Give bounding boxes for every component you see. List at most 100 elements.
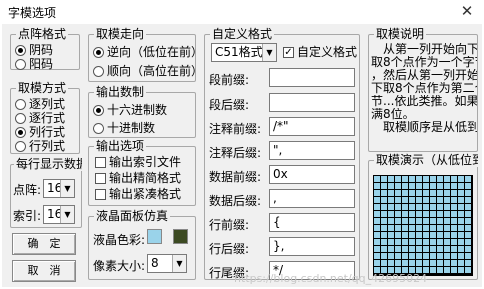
dot-count-select[interactable]: 16 ▼	[43, 179, 75, 198]
lcd-pixel	[416, 176, 422, 182]
format-preset-value: C51格式	[215, 45, 263, 59]
data-suffix-input[interactable]: ,	[269, 189, 355, 208]
lcd-pixel	[381, 183, 387, 189]
lcd-pixel	[409, 197, 415, 203]
lcd-pixel	[458, 253, 464, 259]
lcd-pixel	[402, 197, 408, 203]
option-label: 列行式	[29, 125, 66, 139]
lcd-pixel	[388, 218, 394, 224]
ok-button[interactable]: 确 定	[12, 233, 76, 255]
lcd-pixel	[451, 211, 457, 217]
mode-group: 取模方式 逐列式 逐行式 列行式 行列式	[10, 81, 80, 154]
lcd-pixel	[444, 246, 450, 252]
lcd-pixel	[444, 267, 450, 273]
segment-prefix-input[interactable]	[269, 68, 355, 87]
lcd-pixel	[430, 218, 436, 224]
output-simple-checkbox[interactable]: 输出精简格式	[95, 171, 181, 185]
custom-format-group: 自定义格式 C51格式 ▼ ✓ 自定义格式 段前缀: 段后缀: 注释前缀: /*…	[204, 27, 360, 280]
lcd-pixel	[409, 218, 415, 224]
lcd-pixel	[381, 260, 387, 266]
output-index-checkbox[interactable]: 输出索引文件	[95, 155, 181, 169]
lcd-pixel	[444, 218, 450, 224]
lcd-pixel	[444, 260, 450, 266]
lcd-pixel	[423, 197, 429, 203]
lcd-pixel	[465, 239, 471, 245]
dot-format-option-yin[interactable]: 阴码	[15, 43, 53, 57]
lcd-pixel	[451, 190, 457, 196]
lcd-pixel	[465, 225, 471, 231]
line-suffix-input[interactable]: },	[269, 237, 355, 256]
lcd-pixel	[416, 211, 422, 217]
lcd-pixel	[402, 183, 408, 189]
lcd-pixel	[465, 218, 471, 224]
data-prefix-input[interactable]: 0x	[269, 165, 355, 184]
lcd-pixel	[409, 211, 415, 217]
pixel-size-select[interactable]: 8 ▼	[147, 254, 187, 273]
lcd-pixel	[388, 232, 394, 238]
direction-option-forward[interactable]: 顺向（高位在前）	[93, 64, 195, 78]
custom-format-checkbox[interactable]: ✓ 自定义格式	[283, 45, 359, 59]
dot-format-option-yang[interactable]: 阳码	[15, 57, 53, 71]
option-label: 逐列式	[29, 97, 66, 111]
comment-prefix-input[interactable]: /*"	[269, 117, 355, 136]
lcd-pixel	[458, 183, 464, 189]
lcd-pixel	[423, 232, 429, 238]
mode-option-column[interactable]: 逐列式	[15, 97, 65, 111]
lcd-pixel	[437, 218, 443, 224]
lcd-pixel	[416, 218, 422, 224]
data-suffix-label: 数据后缀:	[209, 194, 262, 208]
index-count-select[interactable]: 16 ▼	[43, 205, 75, 224]
lcd-pixel	[374, 197, 380, 203]
output-base-legend: 输出数制	[94, 85, 147, 99]
segment-suffix-input[interactable]	[269, 93, 355, 112]
output-compact-checkbox[interactable]: 输出紧凑格式	[95, 187, 193, 201]
output-base-option-hex[interactable]: 十六进制数	[93, 103, 167, 117]
format-preset-select[interactable]: C51格式 ▼	[211, 43, 277, 62]
mode-option-row[interactable]: 逐行式	[15, 111, 65, 125]
cancel-button[interactable]: 取 消	[12, 260, 76, 282]
lcd-pixel	[465, 267, 471, 273]
lcd-pixel	[381, 239, 387, 245]
lcd-pixel	[437, 267, 443, 273]
pixel-size-value: 8	[151, 256, 159, 270]
comment-suffix-label: 注释后缀:	[209, 146, 262, 160]
lcd-pixel	[416, 239, 422, 245]
lcd-pixel	[451, 239, 457, 245]
chevron-down-icon: ▼	[60, 206, 74, 223]
direction-group: 取模走向 逆向（低位在前） 顺向（高位在前）	[88, 27, 196, 82]
option-label: 阳码	[29, 57, 54, 71]
checkbox-label: 输出紧凑格式	[109, 187, 182, 201]
direction-legend: 取模走向	[94, 27, 147, 41]
lcd-pixel	[374, 190, 380, 196]
lcd-sim-group: 液晶面板仿真 液晶色彩: 像素大小: 8 ▼	[88, 209, 196, 280]
custom-format-legend: 自定义格式	[210, 27, 275, 41]
lcd-pixel	[374, 239, 380, 245]
lcd-pixel	[437, 183, 443, 189]
lcd-pixel	[458, 176, 464, 182]
option-label: 十进制数	[107, 121, 156, 135]
comment-suffix-input[interactable]: ",	[269, 141, 355, 160]
mode-option-row-column[interactable]: 行列式	[15, 139, 65, 153]
lcd-pixel	[465, 232, 471, 238]
radio-icon	[93, 104, 104, 116]
mode-option-column-row[interactable]: 列行式	[15, 125, 65, 139]
checkbox-label: 自定义格式	[297, 45, 358, 59]
line-prefix-input[interactable]: {	[269, 213, 355, 232]
lcd-pixel	[416, 190, 422, 196]
output-base-option-dec[interactable]: 十进制数	[93, 121, 155, 135]
lcd-color-off-swatch[interactable]	[173, 229, 188, 244]
lcd-pixel	[444, 190, 450, 196]
description-line: 节...依此类推。如果最后不足8个点就补	[371, 95, 477, 108]
comment-prefix-label: 注释前缀:	[209, 122, 262, 136]
demo-legend: 取模演示（从低位到高位）	[374, 153, 478, 167]
chevron-down-icon: ▼	[262, 44, 276, 61]
lcd-pixel	[444, 225, 450, 231]
option-label: 阴码	[29, 43, 54, 57]
lcd-pixel	[451, 267, 457, 273]
lcd-pixel	[381, 225, 387, 231]
lcd-color-on-swatch[interactable]	[147, 229, 162, 244]
lcd-pixel	[381, 204, 387, 210]
close-icon[interactable]: ✕	[458, 2, 476, 20]
direction-option-reverse[interactable]: 逆向（低位在前）	[93, 45, 195, 59]
per-row-legend: 每行显示数据	[14, 157, 82, 171]
